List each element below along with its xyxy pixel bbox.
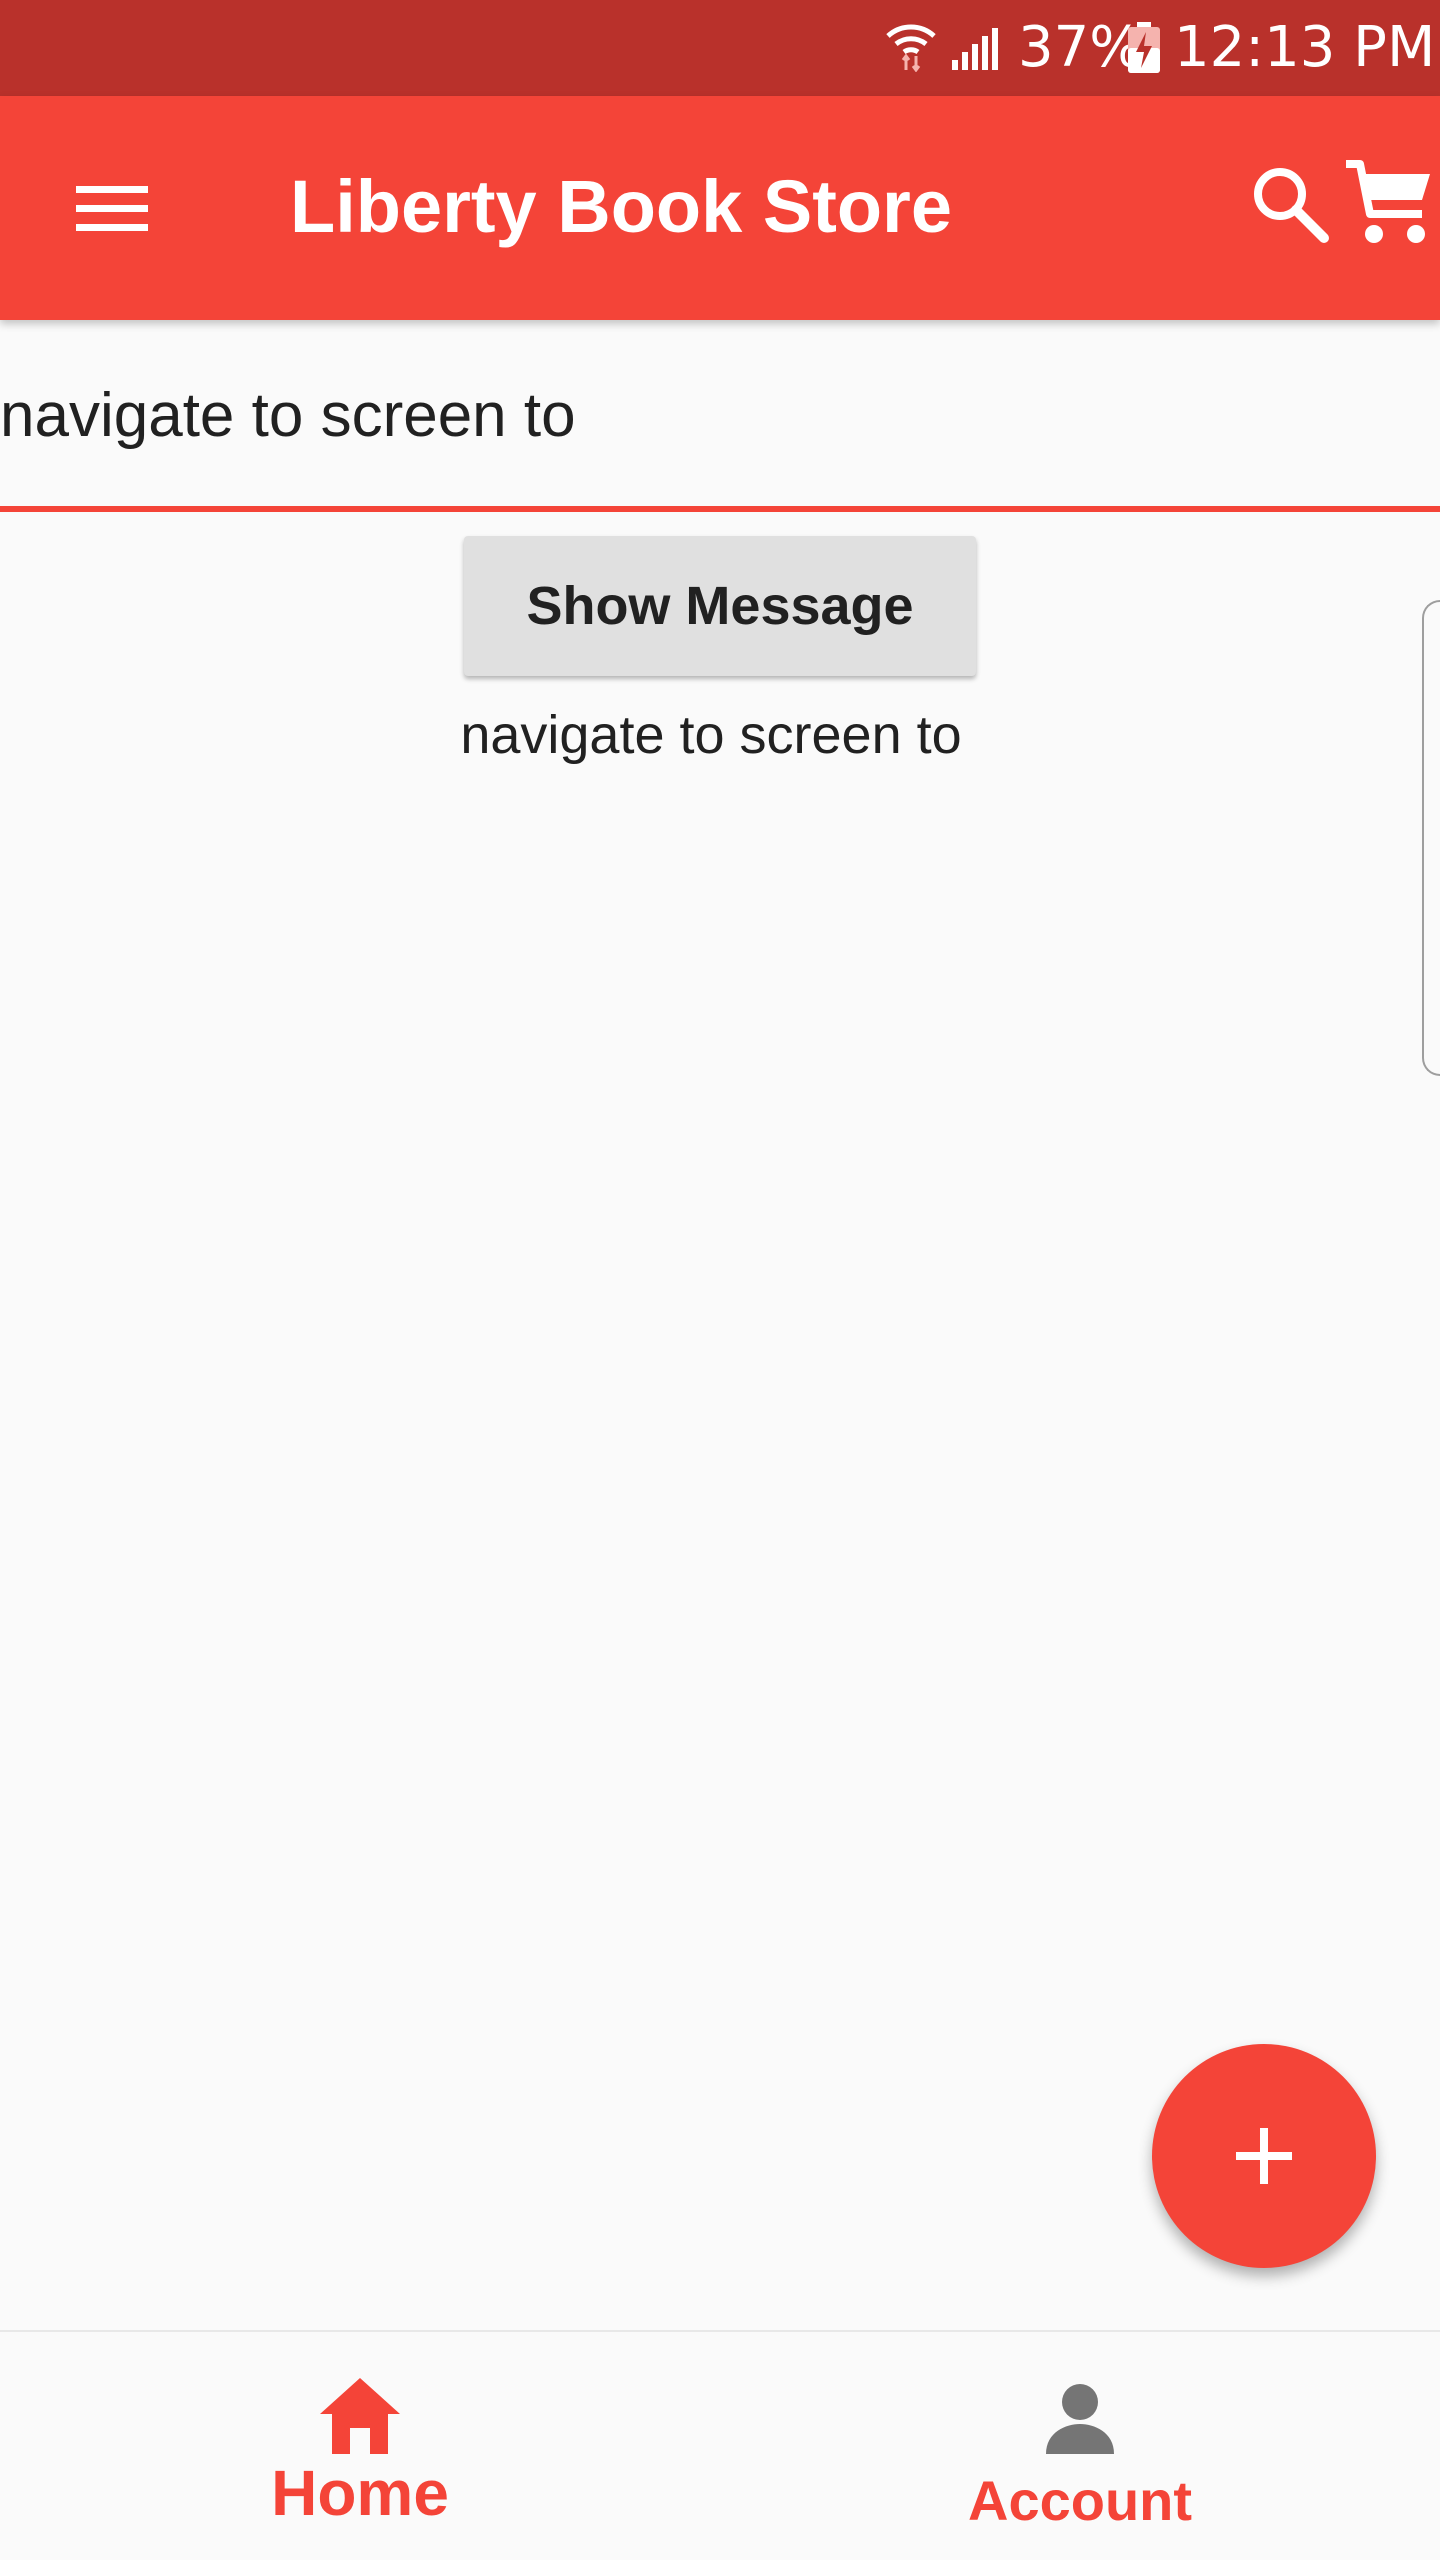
- home-icon: [312, 2368, 408, 2464]
- add-fab-button[interactable]: [1152, 2044, 1376, 2268]
- nav-item-home[interactable]: Home: [0, 2332, 720, 2560]
- edge-panel-handle[interactable]: [1422, 600, 1440, 1076]
- nav-label-account: Account: [968, 2469, 1192, 2532]
- bottom-navigation: Home Account: [0, 2330, 1440, 2560]
- wifi-icon: [886, 20, 936, 73]
- signal-icon: [950, 24, 1002, 72]
- message-text: navigate to screen to: [460, 705, 962, 765]
- app-title: Liberty Book Store: [290, 165, 952, 248]
- battery-percent: 37%: [1018, 15, 1143, 80]
- account-icon: [1032, 2368, 1128, 2464]
- status-bar: 37% 12:13 PM: [0, 0, 1440, 96]
- battery-charging-icon: [1126, 22, 1162, 74]
- menu-icon[interactable]: [56, 156, 168, 260]
- input-underline: [0, 506, 1440, 512]
- text-field: [0, 360, 1440, 514]
- clock: 12:13 PM: [1174, 15, 1436, 80]
- app-bar: Liberty Book Store: [0, 96, 1440, 320]
- nav-label-home: Home: [271, 2457, 449, 2529]
- nav-item-account[interactable]: Account: [720, 2332, 1440, 2560]
- plus-icon: [1236, 2128, 1292, 2184]
- cart-icon[interactable]: [1342, 156, 1436, 250]
- search-icon[interactable]: [1248, 162, 1332, 246]
- message-input[interactable]: [0, 360, 1440, 470]
- show-message-button[interactable]: Show Message: [464, 536, 976, 676]
